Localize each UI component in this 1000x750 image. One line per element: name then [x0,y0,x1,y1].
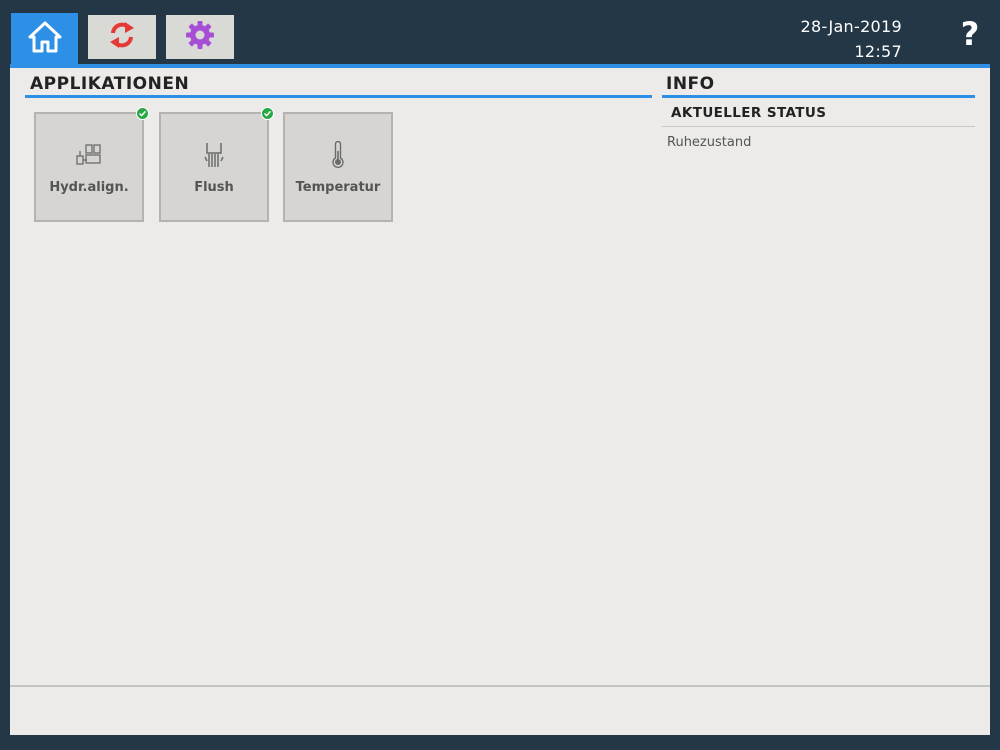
info-divider [662,95,975,98]
app-tile-hydr-align[interactable]: Hydr.align. [34,107,149,222]
gear-icon [184,19,216,55]
app-tile-flush[interactable]: Flush [159,107,274,222]
time-label: 12:57 [854,42,902,61]
tab-home[interactable] [11,13,78,64]
main-panel: APPLIKATIONEN Hydr.align. Flush Temperat… [10,64,990,735]
status-divider [662,126,975,127]
date-label: 28-Jan-2019 [800,17,902,36]
hydraulic-align-icon [75,140,103,170]
app-tile-temperatur[interactable]: Temperatur [283,112,393,222]
home-icon [27,20,63,58]
applications-divider [25,95,652,98]
status-value: Ruhezustand [667,135,752,150]
sync-arrows-icon [108,20,136,54]
check-icon [261,107,274,120]
info-title: INFO [666,74,715,94]
app-label: Temperatur [295,180,381,195]
app-label: Hydr.align. [49,180,129,195]
top-bar: 28-Jan-2019 12:57 ? [0,0,1000,64]
flush-icon [201,140,227,170]
footer-divider [10,685,990,687]
date-time: 28-Jan-2019 12:57 [801,14,902,64]
applications-title: APPLIKATIONEN [30,74,190,94]
tab-settings[interactable] [166,15,234,59]
help-button[interactable]: ? [958,14,982,54]
thermometer-icon [330,140,346,170]
check-icon [136,107,149,120]
app-label: Flush [194,180,234,195]
tab-sync[interactable] [88,15,156,59]
status-heading: AKTUELLER STATUS [671,105,827,121]
